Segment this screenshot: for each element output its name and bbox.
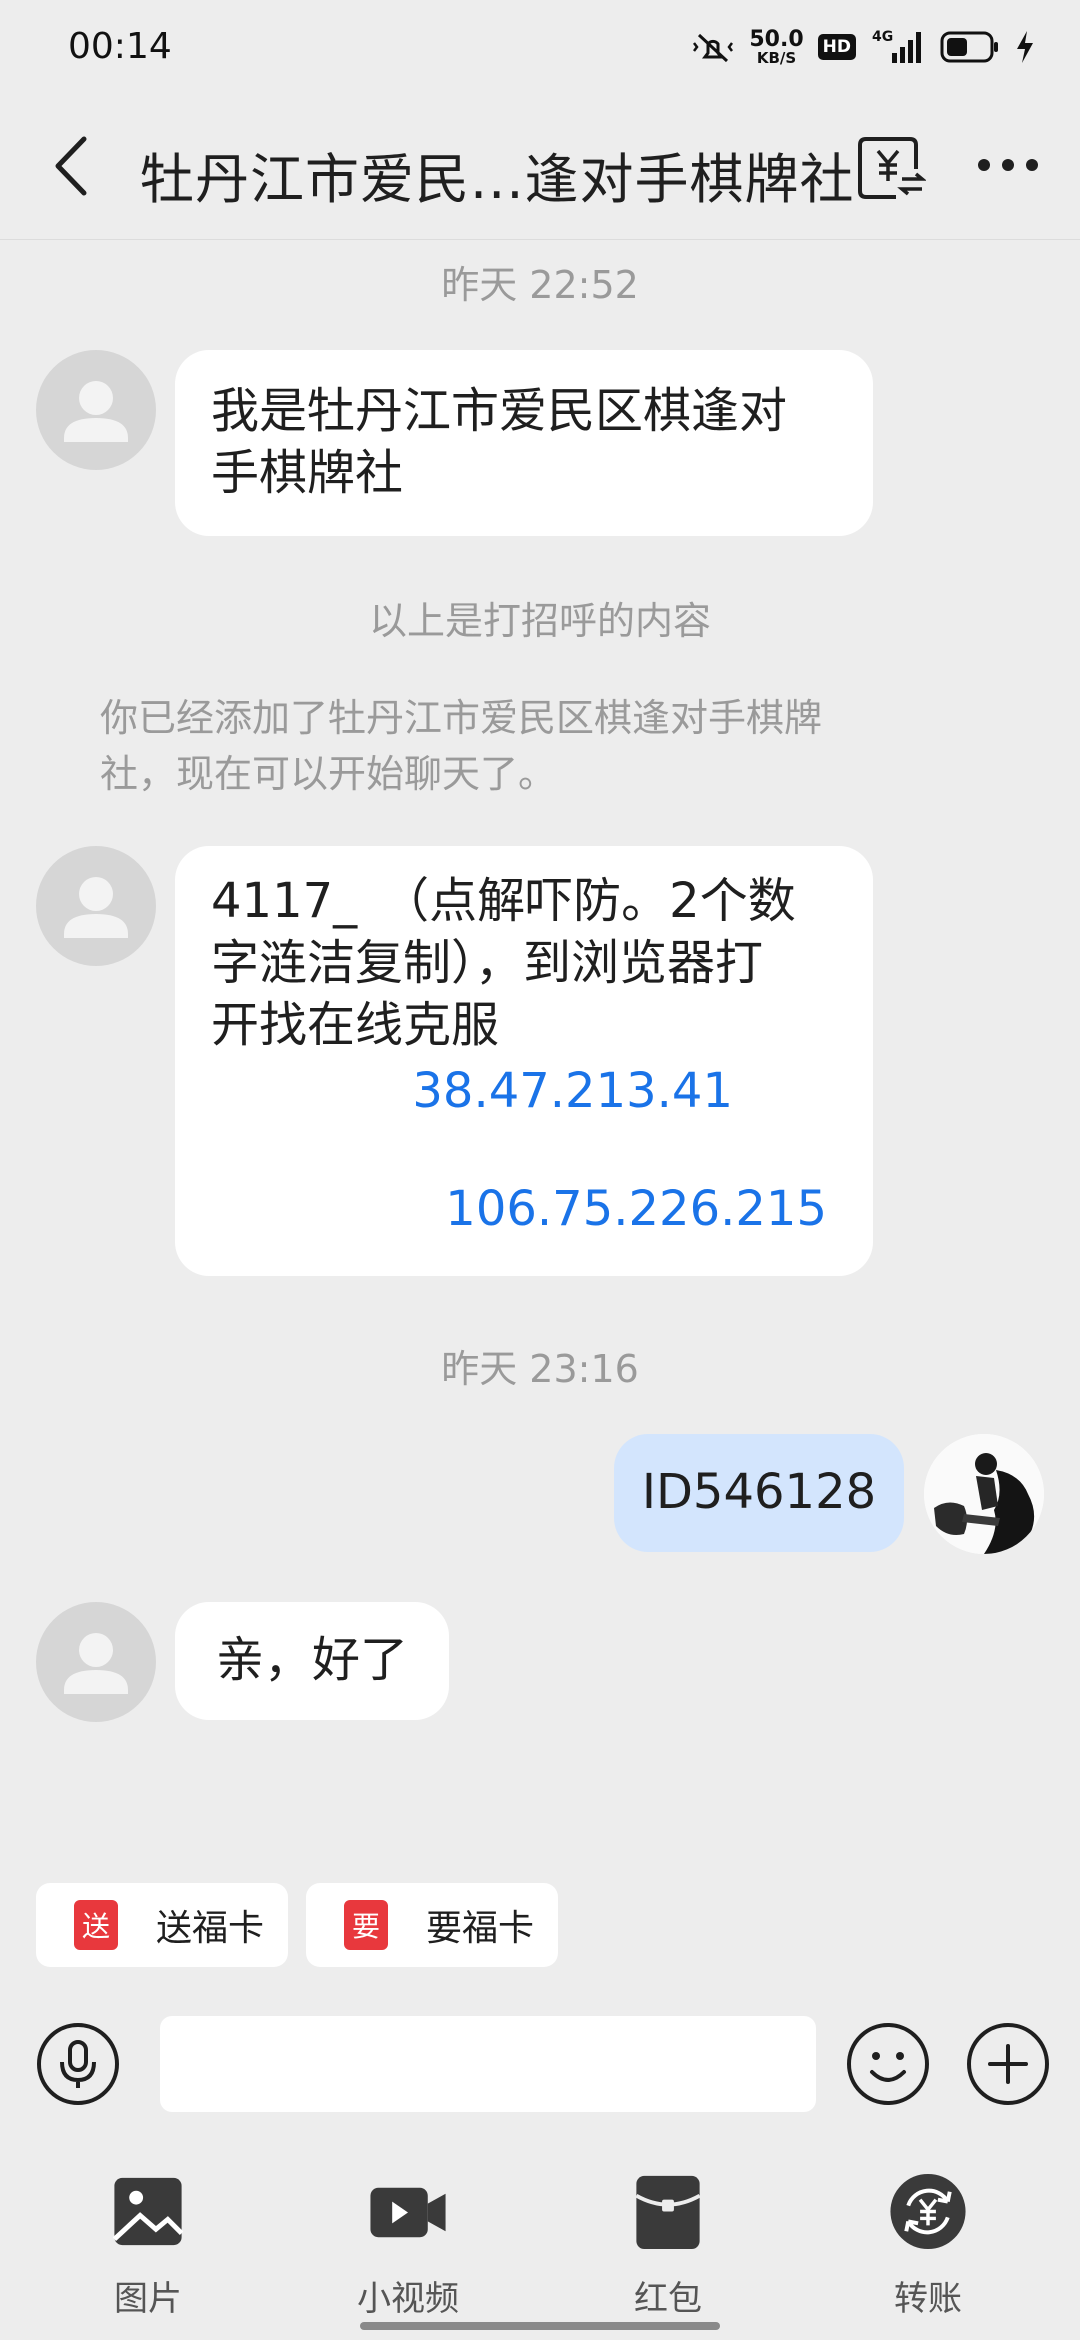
chevron-left-icon [55, 136, 87, 196]
mute-icon [693, 33, 734, 63]
toolbar-label: 转账 [894, 2279, 962, 2319]
message-text: 手棋牌社 [211, 445, 404, 501]
home-indicator[interactable] [360, 2322, 720, 2330]
voice-button[interactable] [36, 2022, 120, 2106]
more-icon [978, 159, 1038, 171]
transfer-button[interactable] [856, 133, 927, 203]
back-button[interactable] [44, 131, 104, 201]
status-icons: 50.0 KB/S HD 4G [691, 22, 1036, 72]
timestamp: 昨天 23:16 [441, 1347, 639, 1391]
send-card-icon: 送 [74, 1900, 118, 1950]
yuan-transfer-icon [858, 137, 927, 199]
microphone-icon [37, 2023, 119, 2105]
toolbar-transfer[interactable]: 转账 [838, 2170, 1018, 2320]
ip-link[interactable]: 106.75.226.215 [211, 1178, 837, 1240]
timestamp: 昨天 22:52 [441, 263, 639, 307]
toolbar-video[interactable]: 小视频 [318, 2170, 498, 2320]
message-bubble[interactable]: 我是牡丹江市爱民区棋逢对 手棋牌社 [175, 350, 873, 536]
battery-icon [940, 31, 998, 63]
message-text: 字涟洁复制），到浏览器打 [211, 935, 764, 991]
chip-label: 要福卡 [426, 1908, 535, 1949]
hd-icon: HD [817, 34, 856, 60]
signal-icon: 4G [872, 29, 921, 63]
title-bar: 牡丹江市爱民...逢对手棋牌社 [0, 95, 1080, 240]
emoji-icon [847, 2023, 929, 2105]
image-icon [112, 2177, 184, 2246]
net-speed: 50.0 KB/S [749, 26, 804, 67]
system-message: 以上是打招呼的内容 [368, 599, 711, 643]
toolbar-label: 图片 [114, 2279, 182, 2319]
request-fuka-chip[interactable]: 要 要福卡 [306, 1883, 558, 1967]
chat-title: 牡丹江市爱民...逢对手棋牌社 [140, 148, 855, 211]
more-actions-button[interactable] [966, 2022, 1050, 2106]
toolbar-red-packet[interactable]: 红包 [578, 2170, 758, 2320]
message-bubble[interactable]: 4117_ （点解吓防。2个数 字涟洁复制），到浏览器打 开找在线克服 38.4… [175, 846, 873, 1276]
message-bubble-outgoing[interactable]: ID546128 [614, 1434, 904, 1552]
message-bubble[interactable]: 亲，好了 [175, 1602, 449, 1720]
message-text: 开找在线克服 [211, 997, 500, 1053]
send-fuka-chip[interactable]: 送 送福卡 [36, 1883, 288, 1967]
message-text: 我是牡丹江市爱民区棋逢对 [211, 383, 788, 439]
ip-link[interactable]: 38.47.213.41 [211, 1060, 837, 1122]
default-avatar-icon [64, 1633, 128, 1694]
default-avatar-icon [64, 877, 128, 938]
plus-icon [967, 2023, 1049, 2105]
message-text: ID546128 [641, 1464, 877, 1520]
status-time: 00:14 [68, 26, 172, 67]
status-bar: 00:14 50.0 KB/S HD 4G [0, 0, 1080, 95]
video-icon [370, 2187, 446, 2238]
charging-icon [1017, 31, 1033, 63]
svg-text:4G: 4G [872, 29, 893, 45]
message-text: 4117_ （点解吓防。2个数 [211, 873, 796, 929]
toolbar-label: 红包 [634, 2279, 702, 2319]
avatar[interactable] [36, 350, 156, 470]
toolbar-label: 小视频 [357, 2279, 459, 2319]
chip-label: 送福卡 [156, 1908, 265, 1949]
request-card-icon: 要 [344, 1900, 388, 1950]
toolbar-image[interactable]: 图片 [58, 2170, 238, 2320]
system-message: 你已经添加了牡丹江市爱民区棋逢对手棋牌 社，现在可以开始聊天了。 [100, 696, 823, 796]
default-avatar-icon [64, 381, 128, 442]
more-button[interactable] [976, 150, 1040, 180]
emoji-button[interactable] [846, 2022, 930, 2106]
red-packet-icon [635, 2175, 701, 2250]
avatar[interactable] [36, 846, 156, 966]
user-photo-icon [924, 1434, 1044, 1554]
message-input[interactable] [160, 2016, 816, 2112]
quick-actions: 送 送福卡 要 要福卡 [0, 1850, 1080, 1980]
my-avatar[interactable] [924, 1434, 1044, 1554]
avatar[interactable] [36, 1602, 156, 1722]
transfer-icon [890, 2173, 966, 2250]
message-text: 亲，好了 [215, 1632, 408, 1688]
